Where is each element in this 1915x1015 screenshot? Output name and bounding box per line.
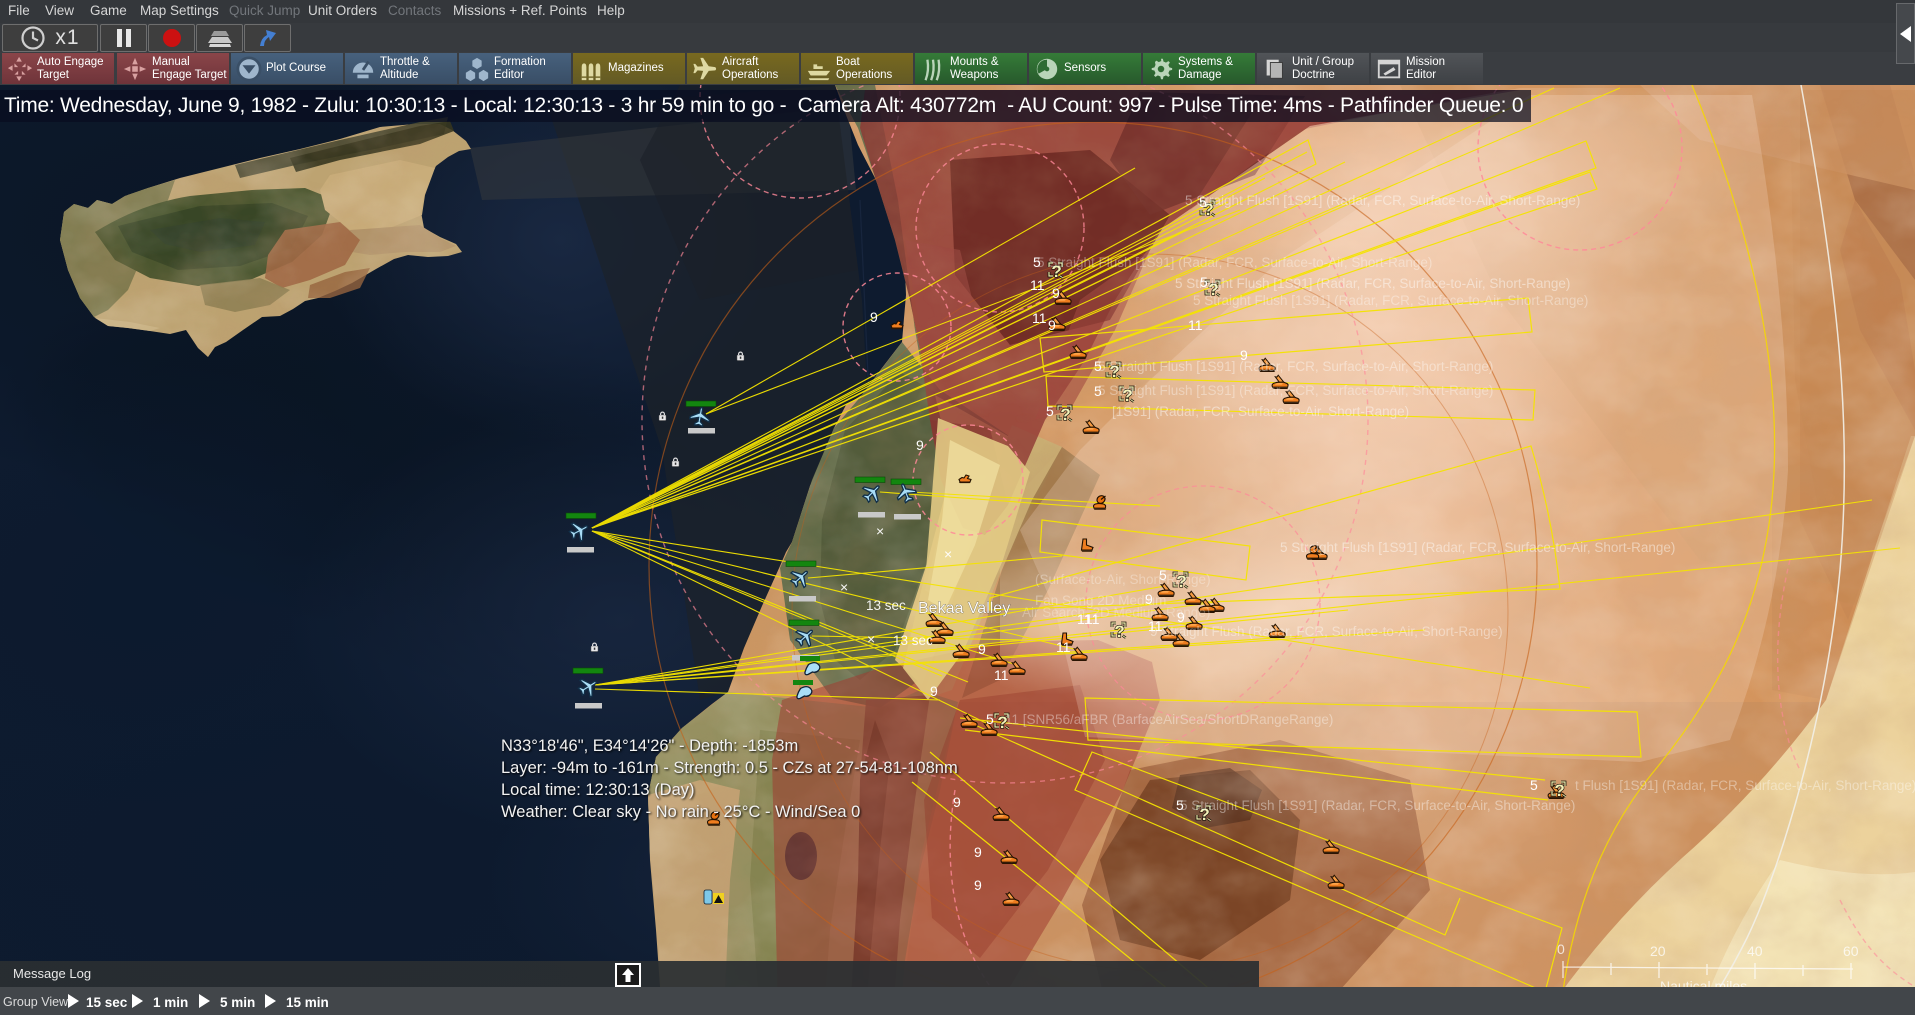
svg-text:[1S91] (Radar, FCR, Surface-to: [1S91] (Radar, FCR, Surface-to-Air, Shor…	[1112, 404, 1409, 419]
svg-text:9: 9	[916, 437, 924, 453]
svg-text:9: 9	[870, 309, 878, 325]
svg-text:5 Straight Flush [1S91] (Radar: 5 Straight Flush [1S91] (Radar, FCR, Sur…	[1280, 540, 1675, 555]
svg-text:9: 9	[1177, 609, 1185, 625]
svg-text:5 Straight Flush [1S91] (Radar: 5 Straight Flush [1S91] (Radar, FCR, Sur…	[1193, 293, 1588, 308]
svg-text:5: 5	[1530, 777, 1538, 793]
svg-text:×: ×	[944, 546, 952, 562]
svg-text:11: 11	[1148, 618, 1163, 634]
svg-text:Local time: 12:30:13 (Day): Local time: 12:30:13 (Day)	[501, 781, 695, 799]
svg-text:5: 5	[1094, 383, 1102, 399]
svg-text:9: 9	[974, 844, 982, 860]
svg-text:9: 9	[1145, 591, 1153, 607]
svg-text:5 Straight Flush [1S91] (Radar: 5 Straight Flush [1S91] (Radar, FCR, Sur…	[1180, 798, 1575, 813]
svg-text:11 [SNR56/aFBR (BarfaceAirSea/: 11 [SNR56/aFBR (BarfaceAirSea/ShortDRang…	[1005, 712, 1333, 727]
svg-text:20: 20	[1650, 943, 1666, 959]
svg-text:5 Straight Flush [1S91] (Radar: 5 Straight Flush [1S91] (Radar, FCR, Sur…	[1175, 276, 1570, 291]
svg-text:×: ×	[840, 579, 848, 595]
svg-text:40: 40	[1747, 943, 1763, 959]
svg-text:11: 11	[1188, 317, 1203, 333]
svg-text:9: 9	[953, 794, 961, 810]
svg-text:11: 11	[1030, 277, 1045, 293]
svg-text:11: 11	[1085, 611, 1100, 627]
svg-text:5: 5	[1176, 797, 1184, 813]
svg-text:11: 11	[1056, 639, 1071, 655]
svg-text:9: 9	[1048, 317, 1056, 333]
svg-text:60: 60	[1843, 943, 1859, 959]
svg-text:Layer: -94m to -161m - Strengt: Layer: -94m to -161m - Strength: 0.5 - C…	[501, 759, 958, 777]
svg-text:9: 9	[974, 877, 982, 893]
svg-text:0: 0	[1557, 941, 1565, 957]
svg-text:5 Straight Flush [1S91] (Radar: 5 Straight Flush [1S91] (Radar, FCR, Sur…	[1185, 193, 1580, 208]
svg-text:13 sec: 13 sec	[866, 598, 906, 613]
svg-text:9: 9	[978, 641, 986, 657]
svg-text:9 Straight Flush (Radar, FCR,: 9 Straight Flush (Radar, FCR, Surface-to…	[1150, 624, 1503, 639]
svg-text:5: 5	[986, 711, 994, 727]
svg-text:5: 5	[1199, 194, 1207, 210]
svg-text:(Surface-to-Air, Short-Range): (Surface-to-Air, Short-Range)	[1035, 572, 1211, 587]
svg-text:5: 5	[1033, 254, 1041, 270]
svg-text:9: 9	[1240, 347, 1248, 363]
svg-text:×: ×	[876, 523, 884, 539]
svg-text:13 sec: 13 sec	[893, 633, 933, 648]
svg-text:5 Straight Flush [1S91] (Radar: 5 Straight Flush [1S91] (Radar, FCR, Sur…	[1098, 359, 1493, 374]
svg-text:5: 5	[1046, 403, 1054, 419]
svg-text:5: 5	[1200, 274, 1208, 290]
svg-text:×: ×	[867, 631, 875, 647]
svg-text:9: 9	[1052, 285, 1060, 301]
svg-text:11: 11	[994, 667, 1009, 683]
svg-text:11: 11	[1032, 310, 1047, 326]
svg-text:Bekaa Valley: Bekaa Valley	[918, 600, 1010, 617]
svg-text:5: 5	[1159, 567, 1167, 583]
svg-text:5 Straight Flush [1S91] (Radar: 5 Straight Flush [1S91] (Radar, FCR, Sur…	[1098, 383, 1493, 398]
svg-text:5: 5	[1094, 358, 1102, 374]
svg-text:5 Straight Flush [1S91] (Radar: 5 Straight Flush [1S91] (Radar, FCR, Sur…	[1037, 255, 1432, 270]
svg-text:t Flush [1S91] (Radar, FCR, Su: t Flush [1S91] (Radar, FCR, Surface-to-A…	[1575, 778, 1915, 793]
svg-text:Weather: Clear sky - No rain -: Weather: Clear sky - No rain - 25°C - Wi…	[501, 803, 860, 821]
svg-text:N33°18'46", E34°14'26" - Depth: N33°18'46", E34°14'26" - Depth: -1853m	[501, 737, 798, 755]
svg-text:9: 9	[930, 683, 938, 699]
